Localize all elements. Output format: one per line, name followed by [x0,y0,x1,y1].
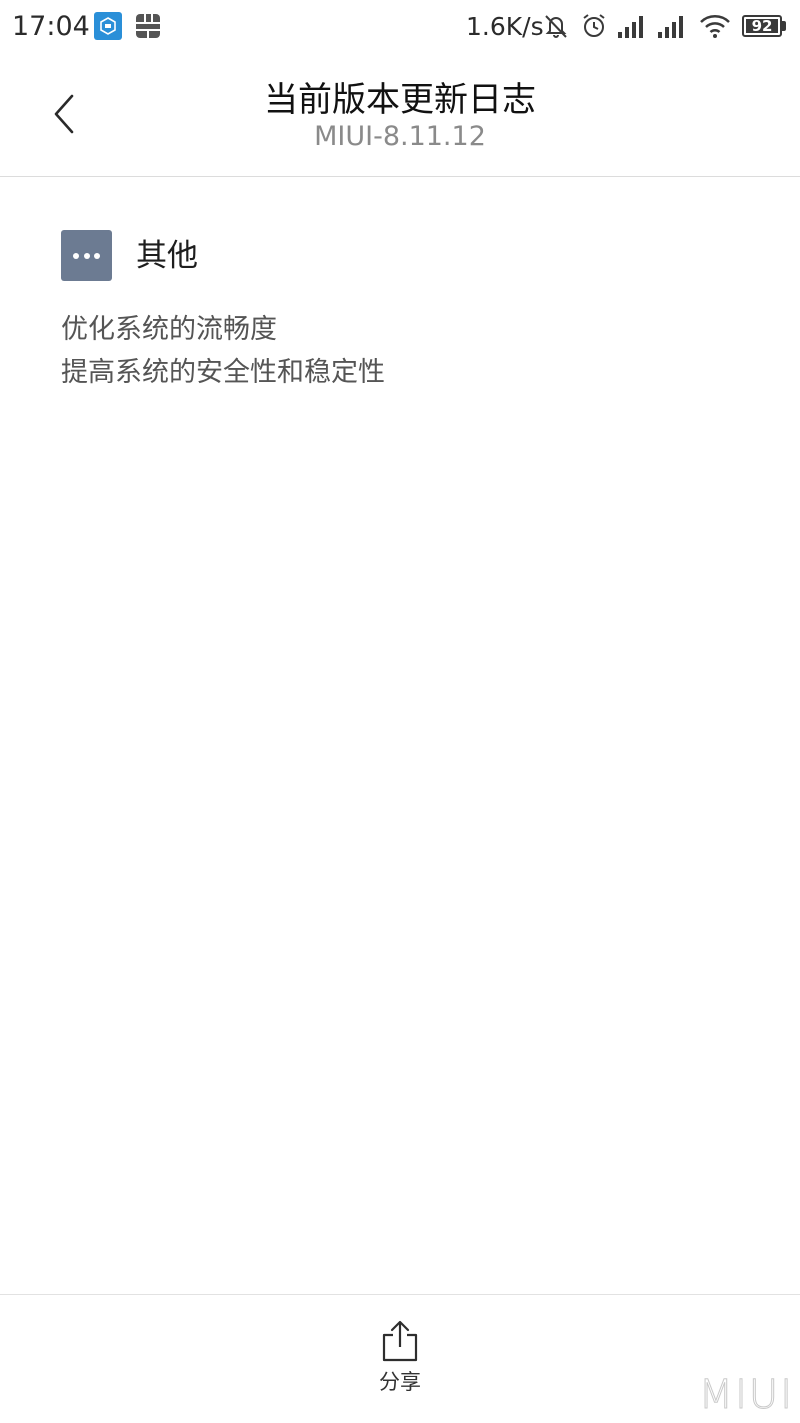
app-notification-icon [94,12,122,40]
changelog-item: 提高系统的安全性和稳定性 [61,357,385,388]
changelog-item: 优化系统的流畅度 [61,314,277,345]
more-dots-icon [61,230,112,281]
battery-icon: 92 [742,15,782,37]
share-label: 分享 [379,1370,421,1394]
alarm-icon [580,12,608,44]
section-title: 其他 [136,238,198,274]
share-button[interactable]: 分享 [360,1315,440,1405]
wifi-icon [698,12,732,44]
signal-icon [656,12,688,44]
signal-icon [616,12,648,44]
sim-card-icon [134,12,162,40]
network-speed: 1.6K/s [466,12,544,41]
bottom-bar: 分享 MIUI [0,1294,800,1423]
version-subtitle: MIUI-8.11.12 [314,121,486,152]
battery-level: 92 [751,17,773,35]
page-title: 当前版本更新日志 [264,80,536,120]
mute-icon [542,12,570,44]
header: 当前版本更新日志 MIUI-8.11.12 [0,56,800,177]
share-icon [380,1319,420,1367]
status-time: 17:04 [12,11,90,42]
changelog-notes: 优化系统的流畅度 提高系统的安全性和稳定性 [61,308,741,394]
miui-watermark: MIUI [698,1372,794,1418]
status-bar: 17:04 1.6K/s 92 [0,0,800,56]
